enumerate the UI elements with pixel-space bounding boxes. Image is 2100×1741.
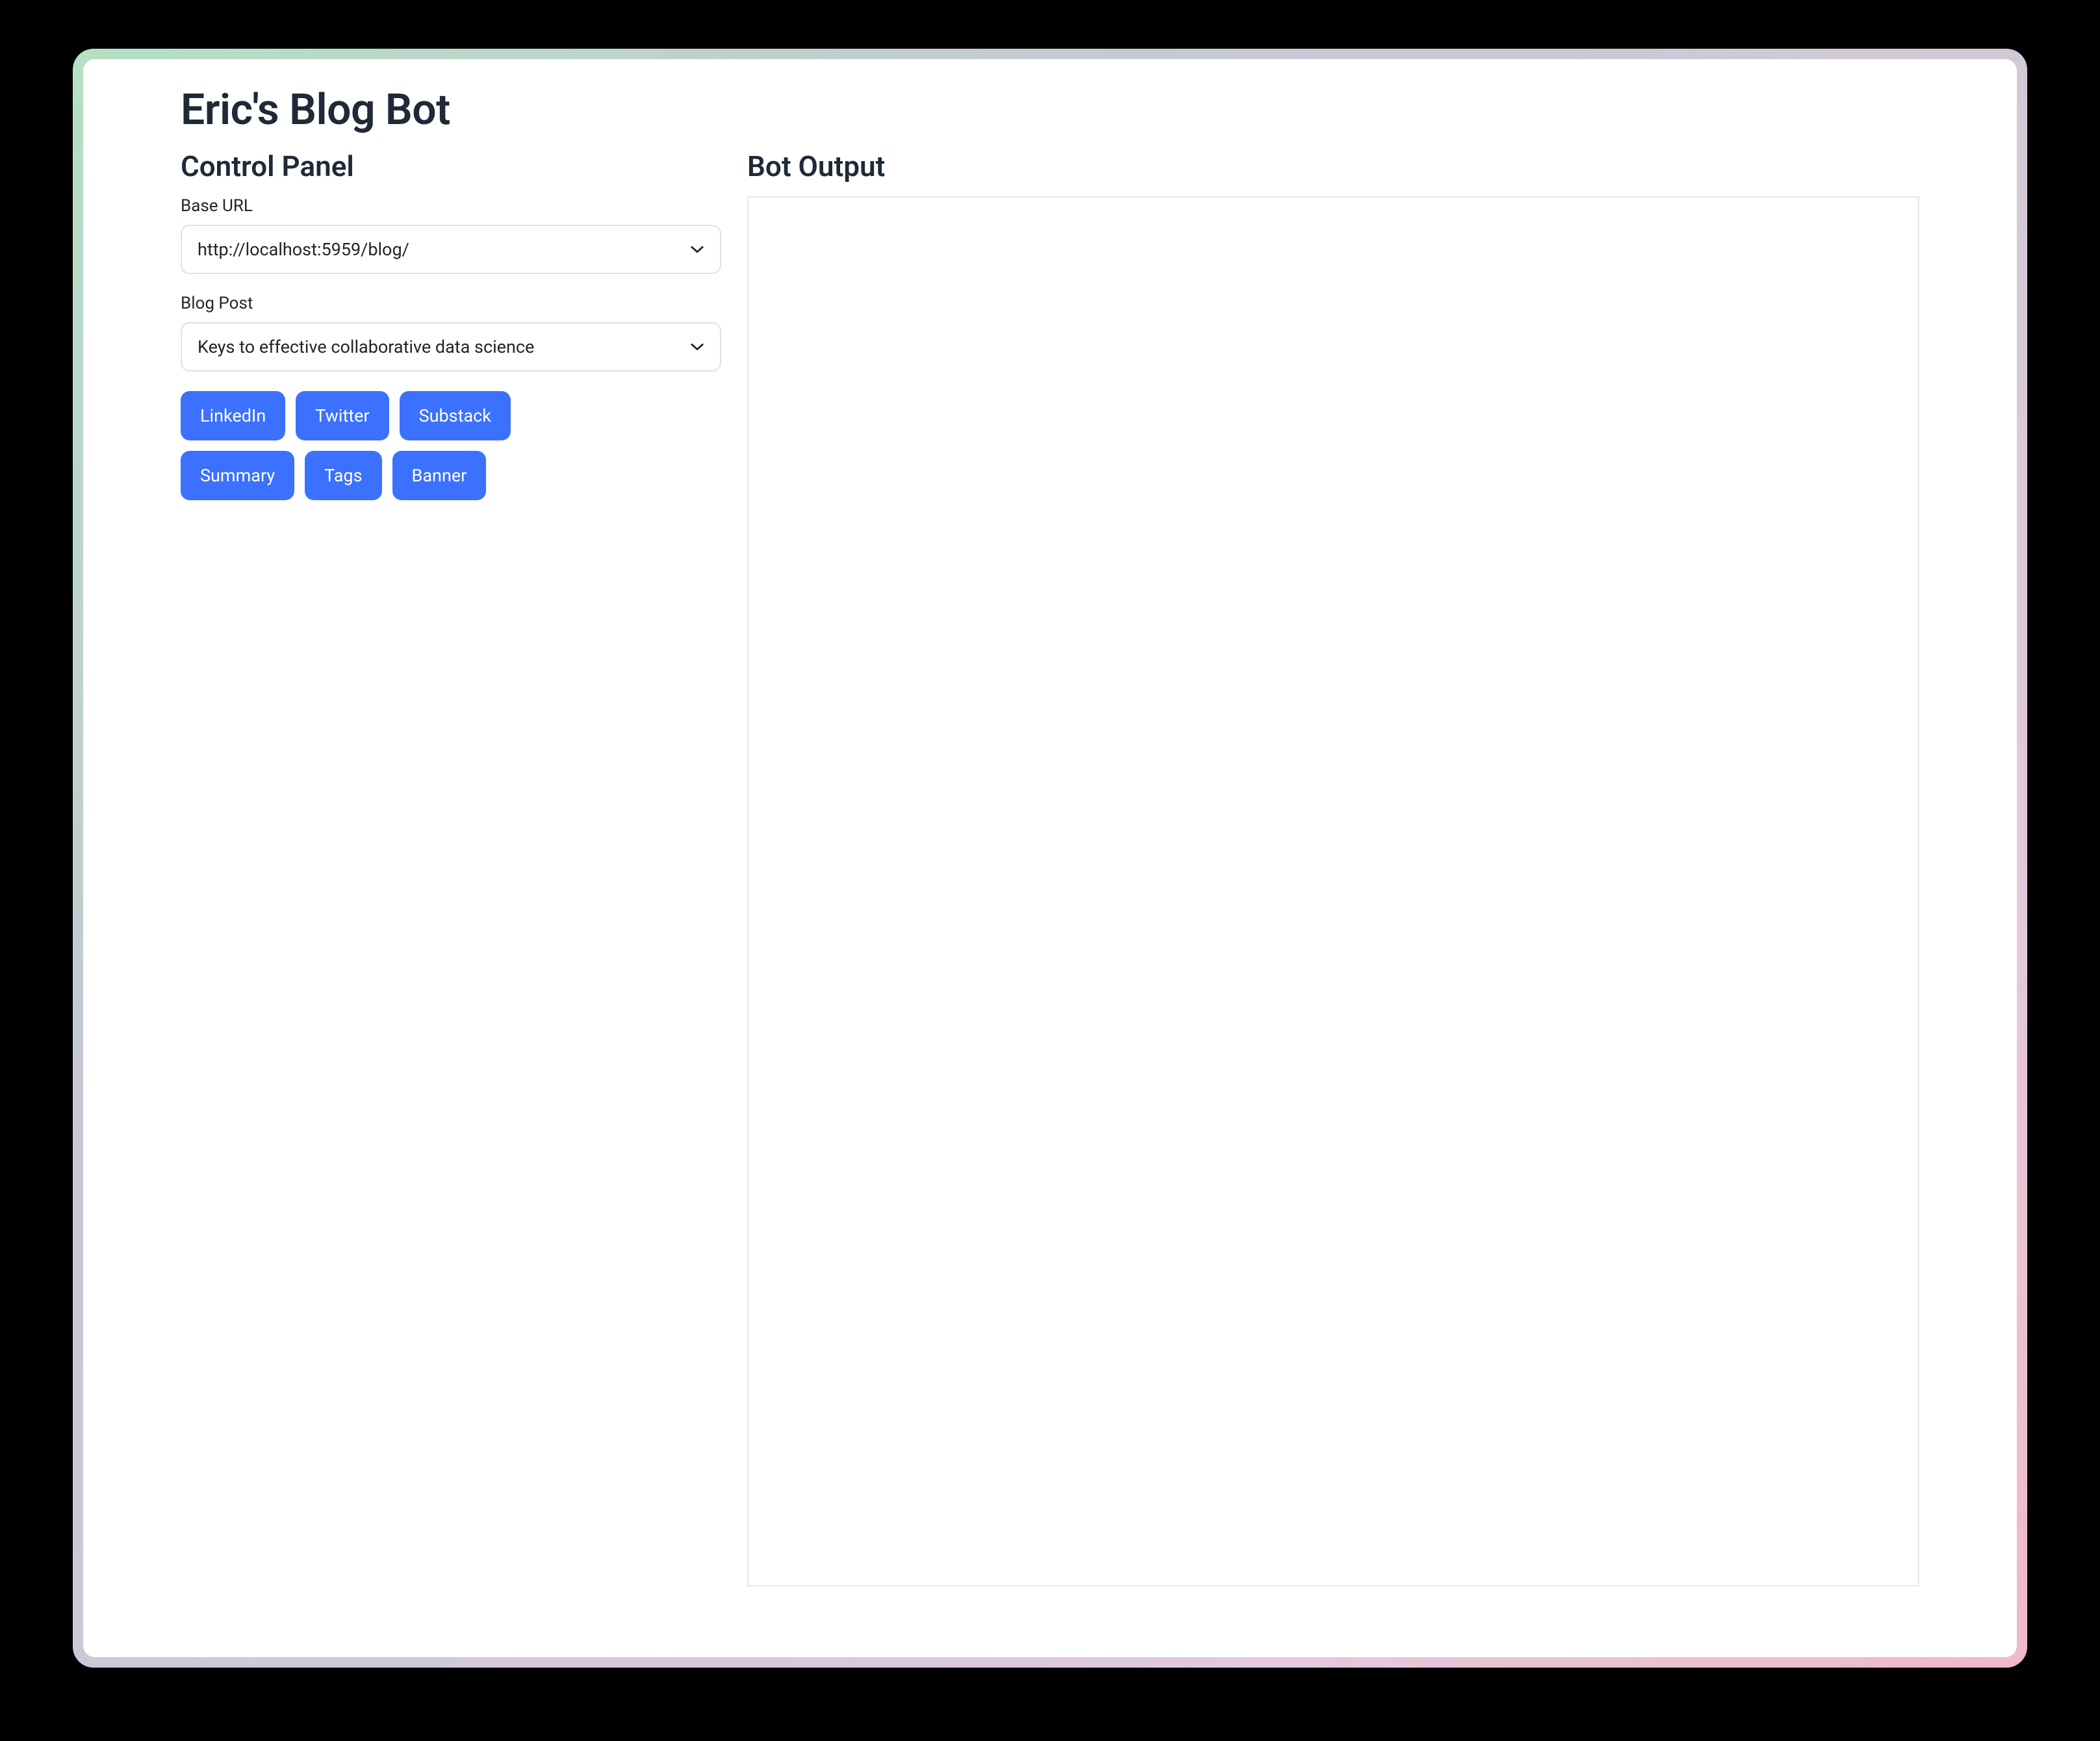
summary-button[interactable]: Summary xyxy=(181,451,294,500)
control-panel: Control Panel Base URL http://localhost:… xyxy=(181,149,721,1586)
bot-output-heading: Bot Output xyxy=(747,149,1919,183)
content-container: Eric's Blog Bot Control Panel Base URL h… xyxy=(83,59,2017,1657)
scroll-spacer xyxy=(181,1586,1919,1657)
base-url-select-wrap: http://localhost:5959/blog/ xyxy=(181,225,721,274)
button-row-2: Summary Tags Banner xyxy=(181,451,721,500)
bot-output-column: Bot Output xyxy=(747,149,1919,1586)
base-url-label: Base URL xyxy=(181,196,721,216)
app-window: Eric's Blog Bot Control Panel Base URL h… xyxy=(83,59,2017,1657)
bot-output-panel xyxy=(747,196,1919,1586)
control-panel-heading: Control Panel xyxy=(181,149,721,183)
blog-post-label: Blog Post xyxy=(181,294,721,313)
blog-post-select-wrap: Keys to effective collaborative data sci… xyxy=(181,322,721,372)
button-row-1: LinkedIn Twitter Substack xyxy=(181,391,721,440)
tags-button[interactable]: Tags xyxy=(305,451,381,500)
main-columns: Control Panel Base URL http://localhost:… xyxy=(181,149,1919,1586)
linkedin-button[interactable]: LinkedIn xyxy=(181,391,285,440)
banner-button[interactable]: Banner xyxy=(392,451,487,500)
page-title: Eric's Blog Bot xyxy=(181,85,1919,135)
blog-post-select[interactable]: Keys to effective collaborative data sci… xyxy=(181,322,721,372)
app-scroll-area[interactable]: Eric's Blog Bot Control Panel Base URL h… xyxy=(83,59,2017,1657)
base-url-select[interactable]: http://localhost:5959/blog/ xyxy=(181,225,721,274)
substack-button[interactable]: Substack xyxy=(400,391,511,440)
window-frame: Eric's Blog Bot Control Panel Base URL h… xyxy=(73,49,2027,1668)
twitter-button[interactable]: Twitter xyxy=(296,391,389,440)
